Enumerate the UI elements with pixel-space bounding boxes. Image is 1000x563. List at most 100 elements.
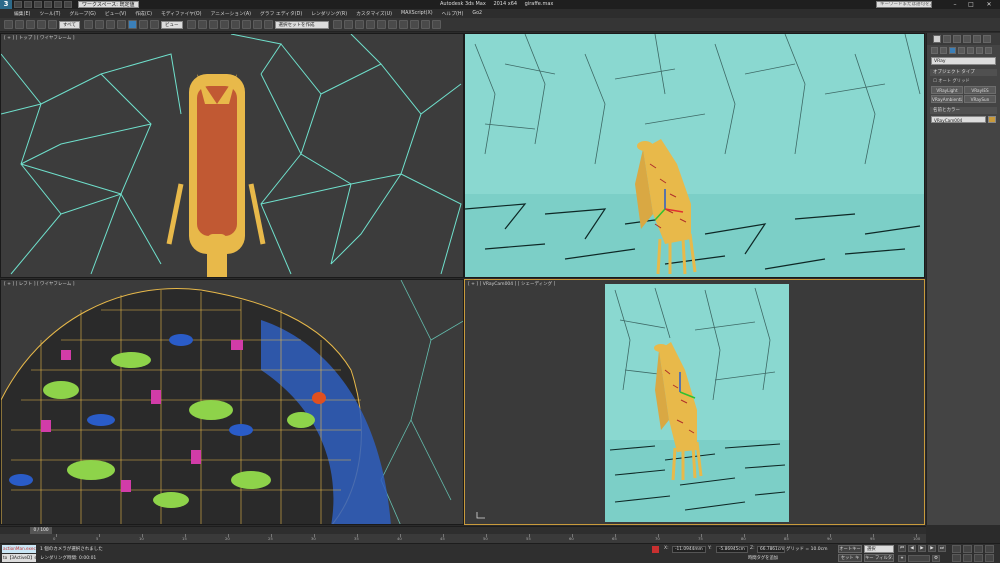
render-setup-icon[interactable]	[409, 20, 419, 29]
create-tab-icon[interactable]	[933, 35, 941, 43]
hierarchy-tab-icon[interactable]	[953, 35, 961, 43]
lights-icon[interactable]	[949, 46, 956, 54]
redo-icon[interactable]	[54, 1, 62, 8]
angle-snap-icon[interactable]	[230, 20, 240, 29]
viewport-top[interactable]: [ + ] [ トップ ] [ ワイヤフレーム ]	[0, 33, 464, 278]
motion-tab-icon[interactable]	[963, 35, 971, 43]
viewport-camera-label[interactable]: [ + ] [ VRayCam004 ] [ シェーディング ]	[468, 281, 555, 287]
snap-toggle-icon[interactable]	[219, 20, 229, 29]
window-crossing-icon[interactable]	[117, 20, 127, 29]
named-selection-set-dropdown[interactable]: 選択セットを作成	[274, 20, 329, 29]
track-bar[interactable]: 0 5 10 15 20 25 30 35 40 45 50 55 60 65 70 75 80 85 90 95 10…	[0, 534, 926, 543]
vrayambientlight-button[interactable]: VRayAmbientLight	[931, 95, 963, 103]
search-input[interactable]: キーワードまたは語句を入力	[876, 1, 932, 8]
mirror-icon[interactable]	[332, 20, 342, 29]
keyboard-shortcut-icon[interactable]	[208, 20, 218, 29]
maxscript-mini-output[interactable]: to【3ActiveD】ss	[2, 554, 36, 562]
add-time-tag[interactable]: 時間タグを追加	[748, 555, 778, 561]
zoom-extents-all-icon[interactable]	[985, 545, 994, 553]
edit-named-selection-icon[interactable]	[263, 20, 273, 29]
redo-icon[interactable]	[15, 20, 24, 29]
set-key-button[interactable]: セット キー	[838, 554, 862, 562]
giraffe-top-view[interactable]	[166, 74, 266, 278]
minimize-button[interactable]: –	[948, 1, 962, 8]
viewport-top-label[interactable]: [ + ] [ トップ ] [ ワイヤフレーム ]	[4, 35, 74, 41]
next-frame-icon[interactable]: ▶	[928, 545, 936, 552]
key-selection-dropdown[interactable]: 選択	[864, 545, 894, 553]
helpers-icon[interactable]	[967, 46, 974, 54]
x-coordinate-field[interactable]: -11.0944mm	[672, 546, 706, 553]
maximize-viewport-icon[interactable]	[985, 554, 994, 562]
close-button[interactable]: ✕	[982, 1, 996, 8]
go-to-start-icon[interactable]: ⏮	[898, 545, 906, 552]
previous-frame-icon[interactable]: ◀	[908, 545, 916, 552]
reference-coord-dropdown[interactable]: ビュー	[161, 20, 183, 29]
vraysun-button[interactable]: VRaySun	[964, 95, 996, 103]
time-configuration-icon[interactable]: ⚙	[932, 555, 940, 562]
cameras-icon[interactable]	[958, 46, 965, 54]
graphite-ribbon-icon[interactable]	[365, 20, 375, 29]
object-name-field[interactable]: VRayCam004	[931, 116, 986, 123]
maximize-button[interactable]: □	[964, 1, 978, 8]
menu-tools[interactable]: ツール(T)	[39, 10, 60, 17]
app-logo-icon[interactable]: 3	[0, 0, 12, 9]
select-move-icon[interactable]	[128, 20, 138, 29]
pivot-center-icon[interactable]	[186, 20, 196, 29]
name-and-color-rollout[interactable]: 名前とカラー	[930, 107, 997, 114]
menu-view[interactable]: ビュー(V)	[105, 10, 126, 17]
z-coordinate-field[interactable]: 66.7861cm	[757, 546, 785, 553]
current-frame-field[interactable]	[908, 555, 930, 562]
time-slider[interactable]: 0 / 100	[0, 526, 926, 534]
systems-icon[interactable]	[985, 46, 992, 54]
viewport-perspective[interactable]	[464, 33, 925, 278]
layer-manager-icon[interactable]	[354, 20, 364, 29]
open-file-icon[interactable]	[24, 1, 32, 8]
y-coordinate-field[interactable]: -5.86945cm	[716, 546, 748, 553]
rendered-frame-window-icon[interactable]	[420, 20, 430, 29]
maxscript-mini-listener[interactable]: actionMan.execut	[2, 545, 36, 553]
geometry-icon[interactable]	[931, 46, 938, 54]
menu-rendering[interactable]: レンダリング(R)	[311, 10, 347, 17]
schematic-view-icon[interactable]	[387, 20, 397, 29]
space-warps-icon[interactable]	[976, 46, 983, 54]
save-file-icon[interactable]	[34, 1, 42, 8]
rectangular-selection-icon[interactable]	[106, 20, 116, 29]
field-of-view-icon[interactable]	[952, 554, 961, 562]
time-slider-thumb[interactable]: 0 / 100	[30, 527, 52, 534]
key-filters-button[interactable]: キー フィルタ...	[864, 554, 894, 562]
zoom-all-icon[interactable]	[963, 545, 972, 553]
menu-maxscript[interactable]: MAXScript(X)	[401, 11, 433, 16]
menu-go2[interactable]: Go2	[472, 11, 482, 16]
select-rotate-icon[interactable]	[139, 20, 149, 29]
display-tab-icon[interactable]	[973, 35, 981, 43]
menu-customize[interactable]: カスタマイズ(U)	[356, 10, 392, 17]
autogrid-checkbox[interactable]: ☐ オート グリッド	[933, 78, 994, 84]
spinner-snap-icon[interactable]	[252, 20, 262, 29]
object-type-rollout[interactable]: オブジェクト タイプ	[930, 69, 997, 76]
menu-create[interactable]: 作成(C)	[135, 10, 152, 17]
play-icon[interactable]: ▶	[918, 545, 926, 552]
lock-selection-icon[interactable]	[652, 546, 659, 553]
workspace-dropdown[interactable]: ワークスペース: 既定値	[78, 1, 139, 8]
percent-snap-icon[interactable]	[241, 20, 251, 29]
align-icon[interactable]	[343, 20, 353, 29]
render-production-icon[interactable]	[431, 20, 441, 29]
modify-tab-icon[interactable]	[943, 35, 951, 43]
menu-help[interactable]: ヘルプ(H)	[442, 10, 464, 17]
viewport-left[interactable]: [ + ] [ レフト ] [ ワイヤフレーム ]	[0, 279, 464, 525]
link-icon[interactable]	[26, 20, 35, 29]
curve-editor-icon[interactable]	[376, 20, 386, 29]
shapes-icon[interactable]	[940, 46, 947, 54]
project-folder-icon[interactable]	[64, 1, 72, 8]
menu-animation[interactable]: アニメーション(A)	[211, 10, 251, 17]
undo-icon[interactable]	[44, 1, 52, 8]
auto-key-button[interactable]: オートキー	[838, 545, 862, 553]
bind-space-warp-icon[interactable]	[48, 20, 57, 29]
zoom-icon[interactable]	[952, 545, 961, 553]
pan-icon[interactable]	[963, 554, 972, 562]
utilities-tab-icon[interactable]	[983, 35, 991, 43]
viewport-left-label[interactable]: [ + ] [ レフト ] [ ワイヤフレーム ]	[4, 281, 74, 287]
orbit-icon[interactable]	[974, 554, 983, 562]
unlink-icon[interactable]	[37, 20, 46, 29]
select-scale-icon[interactable]	[150, 20, 160, 29]
